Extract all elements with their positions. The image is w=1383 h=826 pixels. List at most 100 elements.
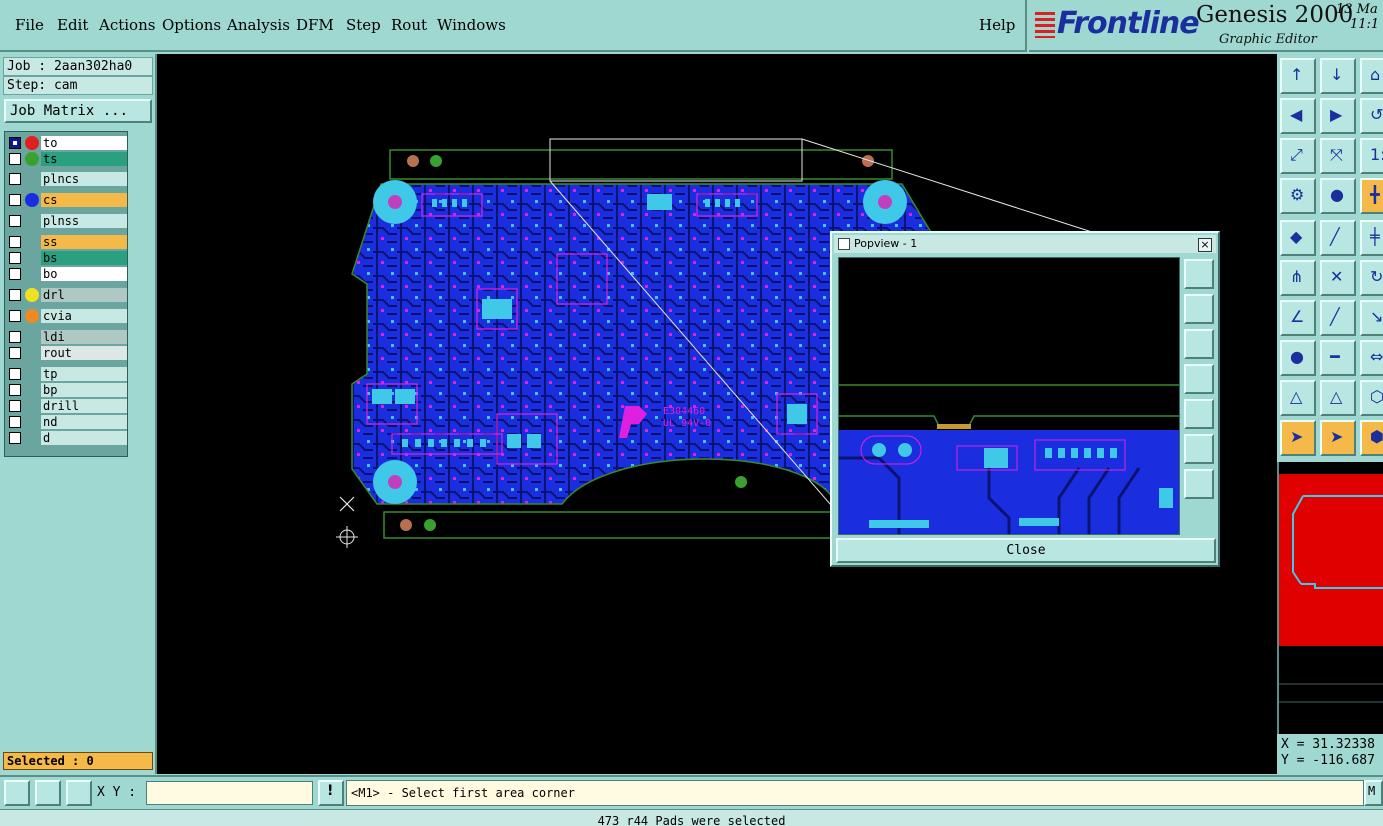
layer-row-bp[interactable]: bp <box>7 383 127 397</box>
popview-zoom-in-button[interactable] <box>1184 259 1214 289</box>
tb-zoom-center-button[interactable]: ⤧ <box>1320 138 1356 174</box>
layer-name[interactable]: cvia <box>41 309 127 323</box>
mode-button[interactable]: M <box>1364 780 1383 806</box>
layer-checkbox[interactable] <box>9 432 21 444</box>
menu-edit[interactable]: Edit <box>57 16 88 34</box>
layer-name[interactable]: drl <box>41 288 127 302</box>
layer-row-rout[interactable]: rout <box>7 346 127 360</box>
menu-help[interactable]: Help <box>979 16 1015 34</box>
layer-name[interactable]: ss <box>41 235 127 249</box>
layer-name[interactable]: nd <box>41 415 127 429</box>
layer-row-to[interactable]: to <box>7 136 127 150</box>
snap-grid-button[interactable] <box>4 780 30 806</box>
angle-snap-button[interactable] <box>35 780 61 806</box>
layer-name[interactable]: ldi <box>41 330 127 344</box>
layer-name[interactable]: drill <box>41 399 127 413</box>
job-matrix-button[interactable]: Job Matrix ... <box>4 99 152 123</box>
layer-checkbox[interactable] <box>9 347 21 359</box>
layer-checkbox[interactable] <box>9 289 21 301</box>
overview-map[interactable] <box>1277 462 1383 734</box>
tb-step-back-button[interactable]: ↺ <box>1360 98 1383 134</box>
menu-actions[interactable]: Actions <box>99 16 155 34</box>
layer-checkbox[interactable] <box>9 153 21 165</box>
layer-checkbox[interactable] <box>9 268 21 280</box>
popview-fit-button[interactable] <box>1184 434 1214 464</box>
menu-file[interactable]: File <box>15 16 44 34</box>
menu-analysis[interactable]: Analysis <box>227 16 290 34</box>
layer-name[interactable]: to <box>41 136 127 150</box>
layer-checkbox[interactable] <box>9 137 21 149</box>
popview-pan-left-button[interactable] <box>1184 364 1214 394</box>
tb-snap-button[interactable]: ● <box>1320 178 1356 214</box>
tb-zoom-1to1-button[interactable]: 1: <box>1360 138 1383 174</box>
layer-name[interactable]: bo <box>41 267 127 281</box>
layer-name[interactable]: bs <box>41 251 127 265</box>
layer-name[interactable]: ts <box>41 152 127 166</box>
menu-rout[interactable]: Rout <box>391 16 427 34</box>
tb-ruler-button[interactable]: ╪ <box>1360 220 1383 256</box>
layer-checkbox[interactable] <box>9 400 21 412</box>
layer-row-drl[interactable]: drl <box>7 288 127 302</box>
tb-select-feature-button[interactable]: ◆ <box>1280 220 1316 256</box>
layer-name[interactable]: plncs <box>41 172 127 186</box>
layer-row-ldi[interactable]: ldi <box>7 330 127 344</box>
tb-select-poly-button[interactable]: ⬢ <box>1360 420 1383 456</box>
xy-input[interactable] <box>146 781 313 805</box>
tb-undo-button[interactable]: ◀ <box>1280 98 1316 134</box>
popview-center-button[interactable] <box>1184 469 1214 499</box>
menu-dfm[interactable]: DFM <box>296 16 334 34</box>
tb-measure-button[interactable]: ⚙ <box>1280 178 1316 214</box>
popview-titlebar[interactable]: Popview - 1 × <box>834 235 1216 253</box>
layer-checkbox[interactable] <box>9 368 21 380</box>
popview-close-button[interactable]: Close <box>836 538 1216 563</box>
layer-name[interactable]: tp <box>41 367 127 381</box>
layer-row-ss[interactable]: ss <box>7 235 127 249</box>
popview-canvas[interactable] <box>838 257 1180 535</box>
tb-move-button[interactable]: ⇔ <box>1360 340 1383 376</box>
tb-trim-button[interactable]: ━ <box>1320 340 1356 376</box>
tb-open-button[interactable]: ↑ <box>1280 58 1316 94</box>
popview-pan-down-button[interactable] <box>1184 329 1214 359</box>
layer-row-cvia[interactable]: cvia <box>7 309 127 323</box>
tb-arc-button[interactable]: ↘ <box>1360 300 1383 336</box>
layer-row-d[interactable]: d <box>7 431 127 445</box>
tb-netlist-button[interactable]: ⋔ <box>1280 260 1316 296</box>
tb-vertex-button[interactable]: △ <box>1320 380 1356 416</box>
tb-delete-button[interactable]: ✕ <box>1320 260 1356 296</box>
layer-row-cs[interactable]: cs <box>7 193 127 207</box>
tb-select-area-button[interactable]: ➤ <box>1320 420 1356 456</box>
layer-name[interactable]: cs <box>41 193 127 207</box>
menu-options[interactable]: Options <box>162 16 221 34</box>
grid-toggle-button[interactable] <box>66 780 92 806</box>
layer-checkbox[interactable] <box>9 384 21 396</box>
tb-redo-button[interactable]: ▶ <box>1320 98 1356 134</box>
layer-row-bo[interactable]: bo <box>7 267 127 281</box>
tb-route-button[interactable]: ╋ <box>1360 178 1383 214</box>
popview-pan-right-button[interactable] <box>1184 399 1214 429</box>
tb-zoom-fit-button[interactable]: ⤢ <box>1280 138 1316 174</box>
tb-pointer-button[interactable]: ➤ <box>1280 420 1316 456</box>
layer-checkbox[interactable] <box>9 173 21 185</box>
tb-home-button[interactable]: ⌂ <box>1360 58 1383 94</box>
menu-windows[interactable]: Windows <box>437 16 506 34</box>
layer-row-plnss[interactable]: plnss <box>7 214 127 228</box>
tb-rotate-button[interactable]: ↻ <box>1360 260 1383 296</box>
layer-row-tp[interactable]: tp <box>7 367 127 381</box>
layer-name[interactable]: rout <box>41 346 127 360</box>
layer-checkbox[interactable] <box>9 310 21 322</box>
layer-checkbox[interactable] <box>9 194 21 206</box>
menu-step[interactable]: Step <box>346 16 381 34</box>
layer-row-ts[interactable]: ts <box>7 152 127 166</box>
tb-add-pad-button[interactable]: ● <box>1280 340 1316 376</box>
close-icon[interactable]: × <box>1198 238 1212 252</box>
layer-checkbox[interactable] <box>9 215 21 227</box>
tb-polygon-button[interactable]: ⬡ <box>1360 380 1383 416</box>
tb-edit-line-button[interactable]: ╱ <box>1320 300 1356 336</box>
layer-name[interactable]: plnss <box>41 214 127 228</box>
layer-checkbox[interactable] <box>9 252 21 264</box>
layer-row-nd[interactable]: nd <box>7 415 127 429</box>
popview-zoom-out-button[interactable] <box>1184 294 1214 324</box>
layer-checkbox[interactable] <box>9 416 21 428</box>
layer-checkbox[interactable] <box>9 236 21 248</box>
tb-save-button[interactable]: ↓ <box>1320 58 1356 94</box>
